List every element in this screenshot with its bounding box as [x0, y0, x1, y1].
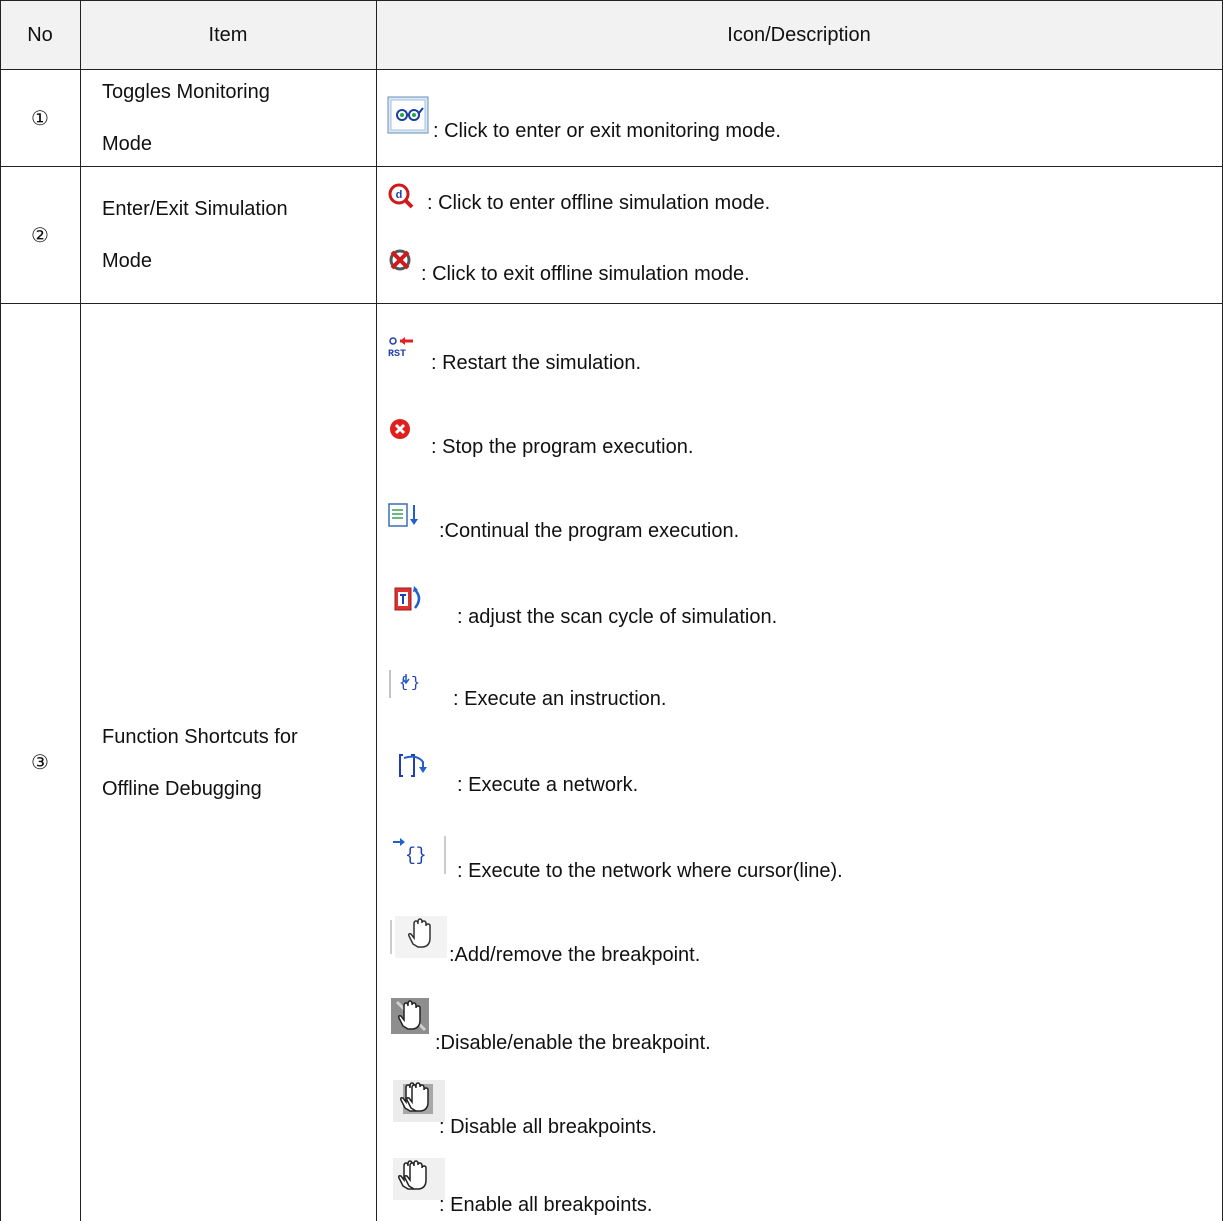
row3-no: ③	[0, 304, 80, 1221]
simulation-exit-icon[interactable]	[387, 247, 415, 275]
row3-entry-disable-all: : Disable all breakpoints.	[387, 1080, 1217, 1138]
row2-no-label: ②	[31, 224, 49, 247]
row3-entry-scan-cycle: : adjust the scan cycle of simulation.	[387, 586, 1217, 628]
header-desc-label: Icon/Description	[727, 23, 871, 46]
row2-item-line1: Enter/Exit Simulation	[102, 198, 288, 220]
simulation-enter-icon[interactable]: d	[387, 182, 415, 210]
row2-entry-1: d : Click to enter offline simulation mo…	[387, 183, 1217, 228]
glasses-monitor-icon[interactable]	[387, 95, 431, 135]
row3-entry-disable-all-text: : Disable all breakpoints.	[439, 1116, 657, 1138]
row1-item: Toggles Monitoring Mode	[80, 70, 376, 166]
breakpoint-toggle-icon[interactable]	[387, 914, 449, 960]
step-instruction-icon[interactable]: { }	[387, 668, 427, 700]
svg-text:{}: {}	[405, 846, 427, 866]
row3-entry-scan-cycle-text: : adjust the scan cycle of simulation.	[457, 606, 778, 628]
row3-entry-instruction: { } : Execute an instruction.	[387, 670, 1217, 712]
row3-entry-breakpoint-toggle: :Add/remove the breakpoint.	[387, 916, 1217, 966]
row3-entry-enable-all-text: : Enable all breakpoints.	[439, 1194, 653, 1216]
row2-entry-2: : Click to exit offline simulation mode.	[387, 249, 1217, 293]
row3-entry-breakpoint-disable-enable-text: :Disable/enable the breakpoint.	[435, 1032, 711, 1054]
row3-entry-continue-text: :Continual the program execution.	[439, 520, 740, 542]
row1-item-line2: Mode	[102, 133, 153, 155]
row3-entry-enable-all: : Enable all breakpoints.	[387, 1158, 1217, 1216]
row2-item-line2: Mode	[102, 250, 153, 272]
row3-entry-stop-text: : Stop the program execution.	[431, 436, 694, 458]
row1-no-label: ①	[31, 107, 49, 130]
scan-cycle-icon[interactable]	[393, 584, 427, 616]
row3-entry-restart-text: : Restart the simulation.	[431, 352, 642, 374]
row2-entry-2-text: : Click to exit offline simulation mode.	[421, 263, 750, 285]
row3-no-label: ③	[31, 752, 49, 774]
row1-entry-1-text: : Click to enter or exit monitoring mode…	[433, 120, 781, 142]
row3-item: Function Shortcuts for Offline Debugging	[80, 304, 376, 1221]
row3-entry-breakpoint-disable-enable: :Disable/enable the breakpoint.	[387, 998, 1217, 1054]
header-no-label: No	[27, 23, 53, 46]
header-no: No	[0, 0, 80, 70]
row1-item-line1: Toggles Monitoring	[102, 81, 270, 103]
header-desc: Icon/Description	[376, 0, 1222, 70]
row3-entry-restart: RST : Restart the simulation.	[387, 336, 1217, 376]
svg-text:d: d	[396, 189, 403, 201]
row3-entry-run-to-cursor: {} : Execute to the network where cursor…	[387, 836, 1217, 882]
row2-item: Enter/Exit Simulation Mode	[80, 167, 376, 303]
row2-entry-1-text: : Click to enter offline simulation mode…	[427, 192, 771, 214]
step-network-icon[interactable]	[397, 752, 433, 782]
breakpoint-disable-enable-icon[interactable]	[387, 996, 439, 1042]
row3-entry-breakpoint-toggle-text: :Add/remove the breakpoint.	[449, 944, 701, 966]
restart-rst-icon[interactable]: RST	[387, 334, 419, 364]
run-to-cursor-icon[interactable]: {}	[389, 834, 451, 876]
svg-text:}: }	[411, 675, 420, 692]
row3-entry-continue: :Continual the program execution.	[387, 502, 1217, 544]
row3-entry-network-text: : Execute a network.	[457, 774, 639, 796]
row3-entry-stop: : Stop the program execution.	[387, 419, 1217, 460]
header-item: Item	[80, 0, 376, 70]
row1-entry-1: : Click to enter or exit monitoring mode…	[387, 96, 1217, 145]
column-divider-2	[376, 0, 377, 1221]
row3-entry-instruction-text: : Execute an instruction.	[453, 688, 667, 710]
row1-no: ①	[0, 70, 80, 166]
row3-entry-network: : Execute a network.	[387, 754, 1217, 796]
row3-entry-run-to-cursor-text: : Execute to the network where cursor(li…	[457, 860, 843, 882]
row3-item-line1: Function Shortcuts for	[102, 725, 298, 748]
row3-item-line2: Offline Debugging	[102, 777, 262, 800]
svg-text:RST: RST	[388, 349, 406, 360]
row2-no: ②	[0, 167, 80, 303]
shortcut-table: No Item Icon/Description ① Toggles Monit…	[0, 0, 1223, 1221]
header-item-label: Item	[208, 23, 248, 46]
stop-icon[interactable]	[387, 416, 417, 446]
continue-execution-icon[interactable]	[387, 502, 421, 532]
